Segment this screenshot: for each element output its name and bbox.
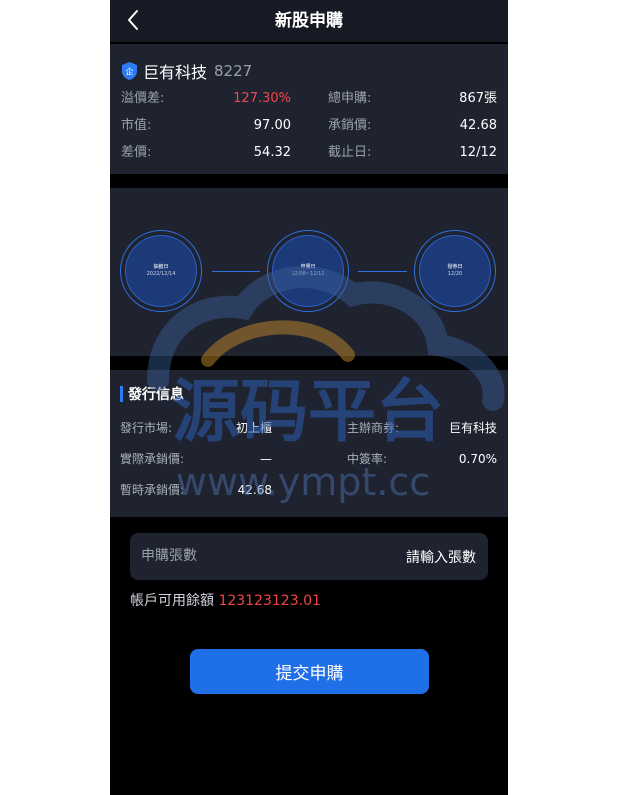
stat-market-value: 市值: 97.00 bbox=[121, 116, 291, 136]
stat-label: 截止日: bbox=[328, 145, 372, 160]
issue-label: 暫時承銷價: bbox=[120, 483, 185, 497]
stat-value: 54.32 bbox=[253, 145, 291, 160]
section-accent-bar bbox=[120, 386, 123, 402]
stat-label: 溢價差: bbox=[121, 91, 165, 106]
stat-total-subscription: 總申購: 867張 bbox=[328, 89, 497, 109]
timeline-node-allocation: 撥券日 12/20 bbox=[414, 230, 496, 312]
stat-label: 總申購: bbox=[328, 91, 372, 106]
app-screen: 新股申購 企 巨有科技 8227 溢價差: 127.30% 市值: 97.00 … bbox=[110, 0, 508, 795]
issue-temp-price: 暫時承銷價: 42.68 bbox=[120, 481, 272, 499]
issue-value: 初上櫃 bbox=[235, 421, 272, 435]
issue-win-rate: 中簽率: 0.70% bbox=[347, 450, 497, 468]
timeline-node-circle: 申購日 12/08~12/12 bbox=[272, 235, 344, 307]
timeline-node-label: 撥券日 bbox=[447, 264, 463, 270]
issue-value: 巨有科技 bbox=[448, 421, 497, 435]
balance-label: 帳戶可用餘額 bbox=[130, 593, 214, 609]
stat-label: 承銷價: bbox=[328, 118, 372, 133]
stat-price-diff: 差價: 54.32 bbox=[121, 143, 291, 163]
timeline-connector bbox=[212, 271, 260, 272]
stat-value: 12/12 bbox=[459, 145, 497, 160]
timeline-card: 抽籤日 2022/12/14 申購日 12/08~12/12 撥券日 12/20 bbox=[110, 188, 508, 356]
issue-value: 0.70% bbox=[458, 452, 497, 466]
timeline-connector bbox=[358, 271, 407, 272]
submit-subscription-button[interactable]: 提交申購 bbox=[190, 649, 429, 694]
stat-label: 市值: bbox=[121, 118, 152, 133]
issue-label: 發行市場: bbox=[120, 421, 173, 435]
stock-heading: 企 巨有科技 8227 bbox=[121, 60, 252, 82]
quantity-input[interactable] bbox=[294, 544, 478, 571]
stat-premium: 溢價差: 127.30% bbox=[121, 89, 291, 109]
issue-value: — bbox=[260, 452, 272, 466]
stock-name: 巨有科技 bbox=[143, 63, 208, 82]
stat-value: 42.68 bbox=[459, 118, 497, 133]
timeline-node-circle: 抽籤日 2022/12/14 bbox=[125, 235, 197, 307]
stock-summary-card: 企 巨有科技 8227 溢價差: 127.30% 市值: 97.00 差價: 5… bbox=[110, 44, 508, 174]
timeline-node-date: 12/20 bbox=[447, 271, 463, 277]
issue-label: 實際承銷價: bbox=[120, 452, 185, 466]
issue-actual-price: 實際承銷價: — bbox=[120, 450, 272, 468]
balance-value: 123123123.01 bbox=[218, 593, 321, 609]
timeline-node-lottery: 抽籤日 2022/12/14 bbox=[120, 230, 202, 312]
stat-value: 127.30% bbox=[233, 91, 291, 106]
shield-icon: 企 bbox=[122, 62, 137, 80]
quantity-label: 申購張數 bbox=[141, 548, 197, 564]
issue-label: 主辦商券: bbox=[347, 421, 400, 435]
timeline-node-date: 12/08~12/12 bbox=[291, 271, 325, 277]
available-balance: 帳戶可用餘額 123123123.01 bbox=[130, 592, 321, 610]
stat-label: 差價: bbox=[121, 145, 152, 160]
timeline-node-label: 申購日 bbox=[300, 264, 316, 270]
nav-header: 新股申購 bbox=[110, 0, 508, 42]
timeline-node-subscription: 申購日 12/08~12/12 bbox=[267, 230, 349, 312]
issue-info-card: 發行信息 發行市場: 初上櫃 實際承銷價: — 暫時承銷價: 42.68 主辦商… bbox=[110, 370, 508, 517]
timeline-node-label: 抽籤日 bbox=[153, 264, 169, 270]
issue-value: 42.68 bbox=[237, 483, 272, 497]
page-title: 新股申購 bbox=[275, 11, 343, 31]
stock-code: 8227 bbox=[214, 62, 253, 80]
issue-market: 發行市場: 初上櫃 bbox=[120, 419, 272, 437]
stat-value: 867張 bbox=[459, 91, 497, 106]
issue-label: 中簽率: bbox=[347, 452, 388, 466]
timeline-node-date: 2022/12/14 bbox=[146, 271, 176, 277]
section-title: 發行信息 bbox=[128, 387, 184, 403]
stat-underwriting-price: 承銷價: 42.68 bbox=[328, 116, 497, 136]
stat-deadline: 截止日: 12/12 bbox=[328, 143, 497, 163]
stat-value: 97.00 bbox=[253, 118, 291, 133]
issue-underwriter: 主辦商券: 巨有科技 bbox=[347, 419, 497, 437]
quantity-input-row: 申購張數 bbox=[130, 533, 488, 580]
timeline-node-circle: 撥券日 12/20 bbox=[419, 235, 491, 307]
svg-text:企: 企 bbox=[126, 67, 134, 77]
